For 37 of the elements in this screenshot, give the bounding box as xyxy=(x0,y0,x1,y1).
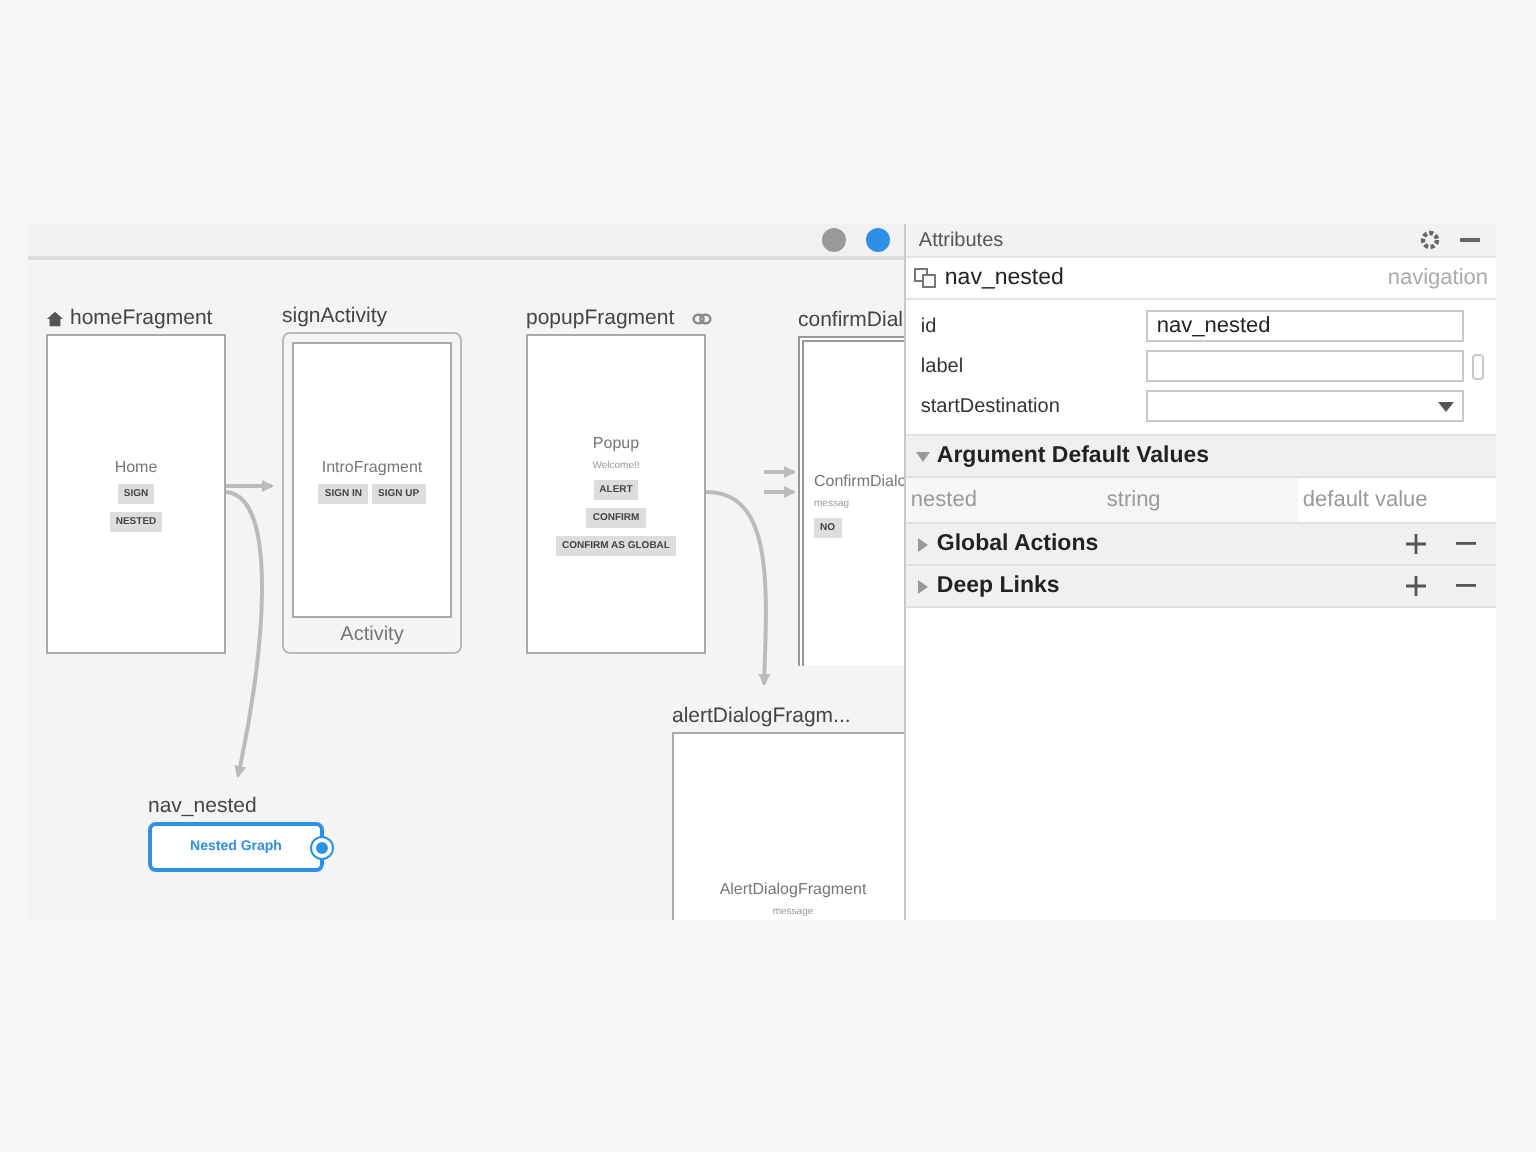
add-icon[interactable] xyxy=(1406,534,1426,554)
element-type: navigation xyxy=(1387,266,1488,290)
field-label: id xyxy=(920,315,939,337)
field-label: startDestination xyxy=(920,395,1062,417)
dropdown-field[interactable] xyxy=(1146,390,1465,422)
argument-cell: string xyxy=(1102,478,1299,522)
screen-title: IntroFragment xyxy=(321,457,423,475)
collapsed-triangle-icon xyxy=(916,537,931,551)
screen-title: Popup xyxy=(592,433,640,451)
node-label: popupFragment xyxy=(526,306,675,330)
section-header[interactable]: Global Actions xyxy=(906,524,1496,566)
expanded-triangle-icon xyxy=(916,449,931,463)
screen-title: Home xyxy=(114,457,158,475)
link-icon xyxy=(692,311,713,325)
screen-title: AlertDialogFragment xyxy=(719,880,867,898)
graph-icon xyxy=(914,268,937,288)
connection-handle[interactable] xyxy=(312,838,332,858)
section-header[interactable]: Deep Links xyxy=(906,566,1496,608)
node-label: signActivity xyxy=(282,304,388,328)
home-icon xyxy=(46,309,64,327)
arrow xyxy=(764,466,796,478)
argument-cell: nested xyxy=(906,478,1103,522)
node-label: nav_nested xyxy=(148,794,257,818)
collapsed-triangle-icon xyxy=(916,579,931,593)
input-field[interactable]: nav_nested xyxy=(1146,310,1465,342)
settings-icon[interactable] xyxy=(1420,230,1440,250)
activity-label: Activity xyxy=(340,622,404,650)
node-label: alertDialogFragm... xyxy=(672,704,851,728)
field-label: label xyxy=(920,355,966,377)
caret-icon xyxy=(1438,401,1455,411)
element-name: nav_nested xyxy=(944,266,1066,290)
add-icon[interactable] xyxy=(1406,576,1426,596)
node-label: homeFragment xyxy=(70,306,213,330)
section-header[interactable]: Argument Default Values xyxy=(906,436,1496,478)
input-field[interactable] xyxy=(1146,350,1465,382)
panel-title: Attributes xyxy=(918,229,1006,251)
node-label: confirmDial xyxy=(798,308,904,332)
